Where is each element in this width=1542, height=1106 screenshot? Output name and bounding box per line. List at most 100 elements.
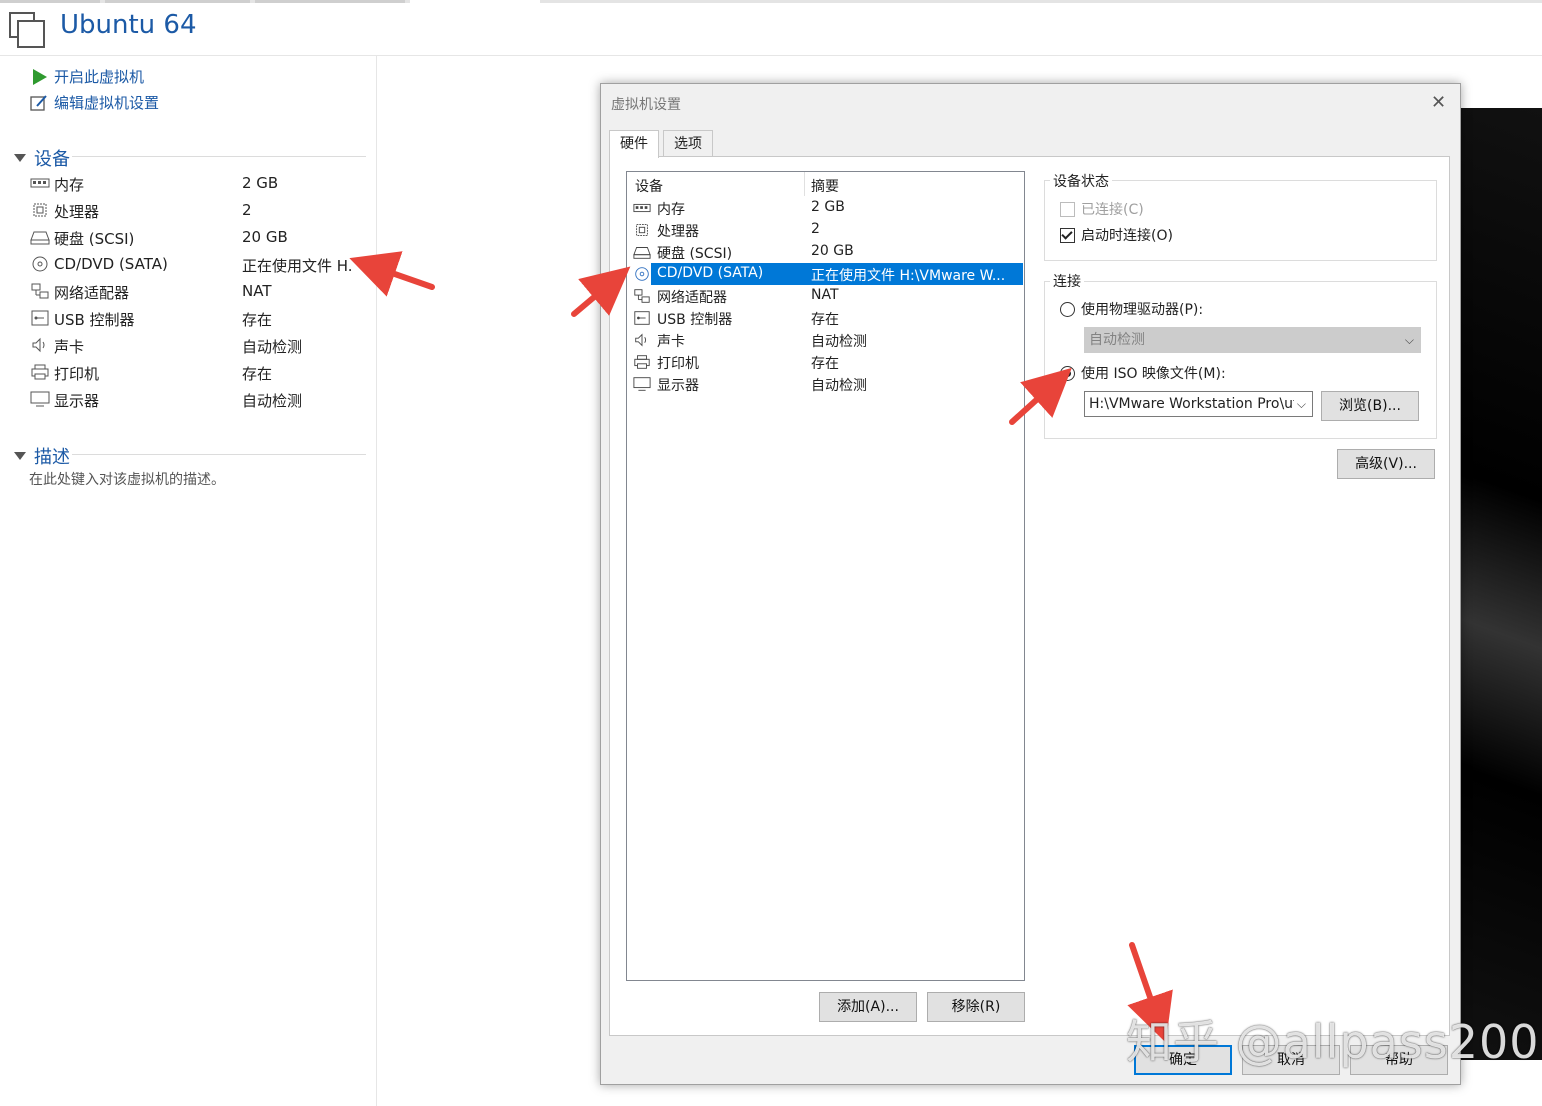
cd-dvd-icon (635, 267, 649, 281)
play-icon (33, 68, 47, 85)
list-item-value: 2 GB (811, 199, 845, 215)
device-row-sound[interactable]: 声卡 自动检测 (30, 334, 360, 358)
description-section-header[interactable]: 描述 (14, 443, 70, 469)
usb-icon (634, 311, 650, 325)
device-row-cd-dvd[interactable]: CD/DVD (SATA) 正在使用文件 H. (30, 253, 360, 277)
device-name: 声卡 (54, 338, 85, 356)
device-name: CD/DVD (SATA) (54, 255, 168, 273)
tab-options[interactable]: 选项 (663, 130, 713, 157)
list-item-name: 打印机 (657, 356, 699, 372)
list-item-sound[interactable]: 声卡 自动检测 (631, 329, 1023, 351)
hardware-list[interactable]: 设备 摘要 内存 2 GB 处理器 2 硬盘 (SCSI) 20 GB CD/D… (626, 171, 1025, 981)
connect-at-power-on-checkbox[interactable]: 启动时连接(O) (1060, 225, 1173, 245)
physical-drive-label: 使用物理驱动器(P): (1081, 302, 1204, 318)
connection-label: 连接 (1050, 271, 1084, 291)
list-item-memory[interactable]: 内存 2 GB (631, 197, 1023, 219)
column-header-device[interactable]: 设备 (635, 176, 663, 196)
physical-drive-radio[interactable]: 使用物理驱动器(P): (1060, 299, 1203, 319)
physical-drive-select[interactable]: 自动检测 ⌵ (1084, 327, 1421, 353)
advanced-button[interactable]: 高级(V)... (1337, 449, 1435, 479)
connect-at-power-on-label: 启动时连接(O) (1081, 228, 1173, 244)
column-header-summary[interactable]: 摘要 (811, 176, 839, 196)
list-item-printer[interactable]: 打印机 存在 (631, 351, 1023, 373)
device-status-group (1044, 180, 1437, 261)
harddisk-icon (633, 247, 651, 259)
radio-circle (1060, 365, 1075, 381)
device-row-network[interactable]: 网络适配器 NAT (30, 280, 360, 304)
list-item-cd-dvd[interactable]: CD/DVD (SATA) 正在使用文件 H:\VMware W... (631, 263, 1023, 285)
device-row-printer[interactable]: 打印机 存在 (30, 361, 360, 385)
list-item-value: 20 GB (811, 243, 854, 259)
list-item-value: 自动检测 (811, 334, 867, 350)
edit-vm-settings-link[interactable]: 编辑虚拟机设置 (30, 92, 159, 113)
list-item-harddisk[interactable]: 硬盘 (SCSI) 20 GB (631, 241, 1023, 263)
list-item-value: 存在 (811, 356, 839, 372)
printer-icon (634, 355, 650, 369)
iso-file-radio[interactable]: 使用 ISO 映像文件(M): (1060, 363, 1226, 383)
title-divider (0, 55, 1542, 56)
left-panel-divider (376, 56, 377, 1106)
devices-section-line (72, 156, 366, 157)
cpu-icon (33, 203, 47, 217)
power-on-vm-link[interactable]: 开启此虚拟机 (30, 66, 144, 87)
description-section-line (72, 454, 366, 455)
vm-window-icon (9, 12, 45, 48)
iso-path-combo[interactable]: H:\VMware Workstation Pro\ut ⌵ (1084, 391, 1313, 417)
device-name: 硬盘 (SCSI) (54, 230, 135, 248)
description-text[interactable]: 在此处键入对该虚拟机的描述。 (29, 469, 225, 489)
edit-settings-icon (30, 94, 47, 111)
chevron-down-icon: ⌵ (1293, 392, 1306, 416)
list-item-value: 存在 (811, 312, 839, 328)
list-item-value: NAT (811, 287, 839, 303)
browse-button[interactable]: 浏览(B)... (1321, 391, 1419, 421)
device-value: 2 (242, 201, 252, 219)
list-item-cpu[interactable]: 处理器 2 (631, 219, 1023, 241)
device-row-harddisk[interactable]: 硬盘 (SCSI) 20 GB (30, 226, 360, 250)
chevron-down-icon: ⌵ (1404, 333, 1414, 347)
harddisk-icon (30, 231, 50, 245)
description-section-label: 描述 (34, 447, 70, 468)
list-item-name: 硬盘 (SCSI) (657, 246, 733, 262)
device-name: 打印机 (54, 365, 100, 383)
list-item-display[interactable]: 显示器 自动检测 (631, 373, 1023, 395)
list-item-value: 自动检测 (811, 378, 867, 394)
device-value: 正在使用文件 H. (242, 257, 353, 275)
device-row-memory[interactable]: 内存 2 GB (30, 172, 360, 196)
device-name: 内存 (54, 176, 85, 194)
list-item-network[interactable]: 网络适配器 NAT (631, 285, 1023, 307)
dialog-title: 虚拟机设置 (611, 97, 681, 113)
devices-section-header[interactable]: 设备 (14, 145, 70, 171)
device-row-cpu[interactable]: 处理器 2 (30, 199, 360, 223)
device-value: 20 GB (242, 228, 288, 246)
list-item-name: 网络适配器 (657, 290, 727, 306)
list-item-usb[interactable]: USB 控制器 存在 (631, 307, 1023, 329)
device-name: USB 控制器 (54, 311, 135, 329)
remove-hardware-button[interactable]: 移除(R) (927, 992, 1025, 1022)
iso-path-value: H:\VMware Workstation Pro\ut (1089, 396, 1299, 412)
device-row-display[interactable]: 显示器 自动检测 (30, 388, 360, 412)
checkbox-box (1060, 201, 1075, 217)
iso-file-label: 使用 ISO 映像文件(M): (1081, 366, 1226, 382)
list-item-value: 2 (811, 221, 820, 237)
memory-icon (30, 178, 50, 188)
display-icon (633, 377, 651, 391)
column-divider (804, 172, 805, 196)
list-item-name: USB 控制器 (657, 312, 733, 328)
device-row-usb[interactable]: USB 控制器 存在 (30, 307, 360, 331)
add-hardware-button[interactable]: 添加(A)... (819, 992, 917, 1022)
top-tab-strip (0, 0, 1542, 3)
cpu-icon (636, 224, 648, 236)
device-status-label: 设备状态 (1050, 171, 1112, 191)
connected-checkbox[interactable]: 已连接(C) (1060, 199, 1144, 219)
tab-hardware[interactable]: 硬件 (609, 130, 659, 158)
collapse-triangle-icon (14, 452, 26, 460)
list-item-name: 内存 (657, 202, 685, 218)
list-item-name: 处理器 (657, 224, 699, 240)
power-on-vm-label: 开启此虚拟机 (54, 68, 145, 86)
close-icon[interactable]: ✕ (1431, 92, 1446, 113)
device-value: 存在 (242, 365, 273, 383)
device-value: 自动检测 (242, 338, 303, 356)
device-value: 自动检测 (242, 392, 303, 410)
device-value: NAT (242, 282, 272, 300)
devices-section-label: 设备 (34, 149, 70, 170)
